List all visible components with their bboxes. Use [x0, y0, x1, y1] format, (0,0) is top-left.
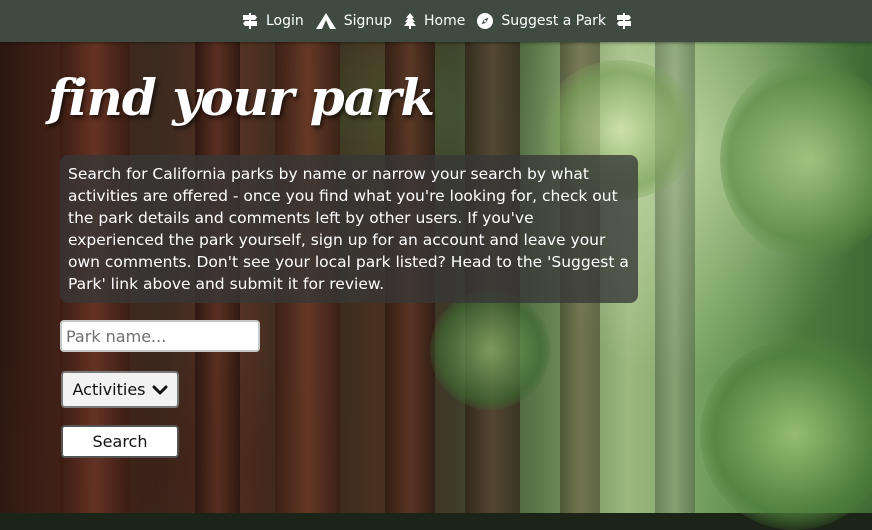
nav-signup[interactable]: Signup — [315, 13, 393, 29]
page-title: find your park — [48, 68, 435, 127]
intro-description: Search for California parks by name or n… — [60, 155, 638, 303]
search-button[interactable]: Search — [61, 425, 179, 458]
foliage — [700, 340, 872, 530]
nav-login-label: Login — [265, 13, 304, 29]
nav-home-label: Home — [424, 13, 466, 29]
top-navbar: Login Signup Home Suggest a Park — [0, 0, 872, 42]
tent-icon — [315, 13, 336, 29]
activities-label: Activities — [72, 380, 146, 399]
tree-icon — [404, 13, 417, 29]
park-name-input[interactable] — [60, 320, 260, 352]
foliage — [430, 290, 550, 410]
activities-dropdown-button[interactable]: Activities — [61, 371, 179, 408]
nav-home[interactable]: Home — [404, 13, 465, 29]
foliage — [720, 60, 872, 260]
compass-icon — [477, 13, 494, 29]
nav-signup-label: Signup — [343, 13, 393, 29]
chevron-down-icon — [152, 384, 168, 396]
signpost-icon — [616, 13, 632, 29]
nav-login[interactable]: Login — [242, 13, 304, 29]
signpost-icon — [242, 13, 258, 29]
nav-suggest-park-label: Suggest a Park — [501, 13, 607, 29]
nav-suggest-park[interactable]: Suggest a Park — [477, 13, 606, 29]
